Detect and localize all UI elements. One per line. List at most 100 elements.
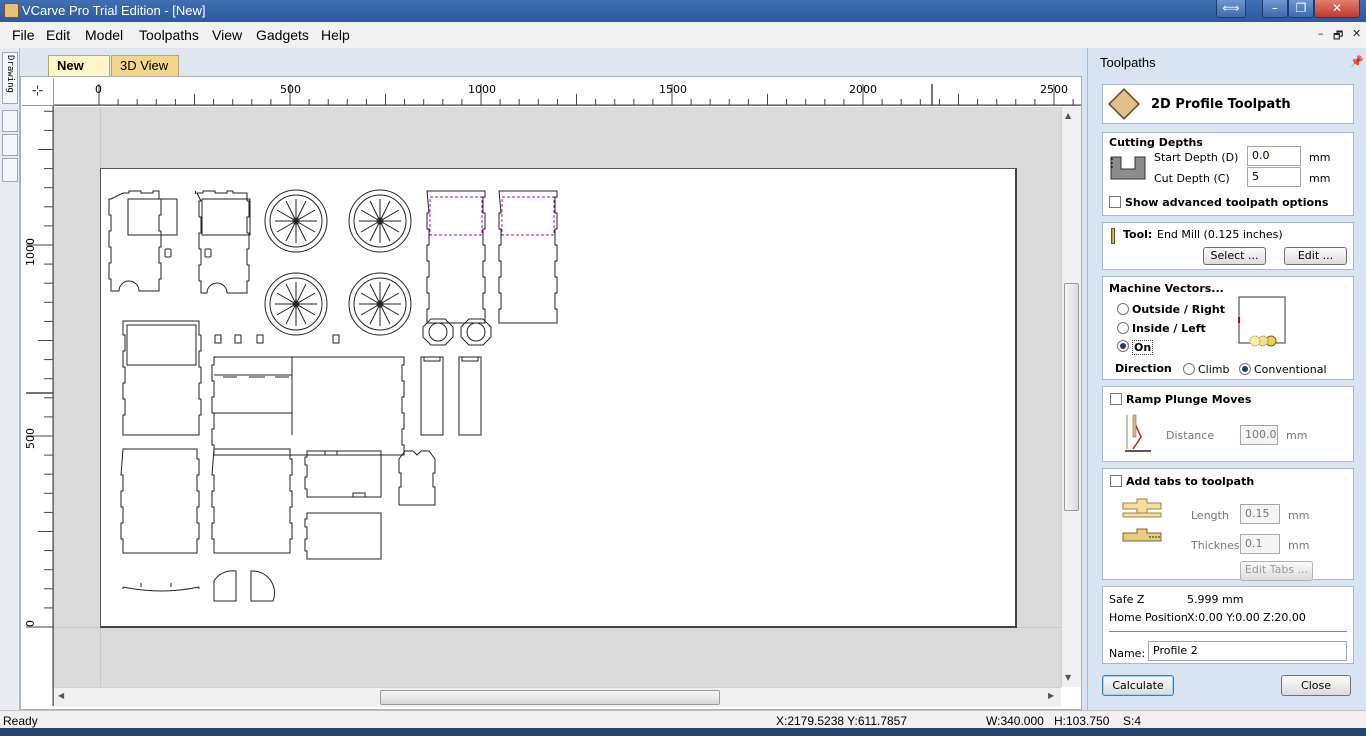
selection-height: H:103.750	[1054, 714, 1110, 728]
scroll-down-arrow[interactable]: ▼	[1065, 673, 1071, 682]
ruler-label-2000: 2000	[849, 83, 877, 96]
tab-3d-view[interactable]: 3D View	[111, 55, 179, 76]
horizontal-scroll-thumb[interactable]	[380, 690, 720, 705]
side-tab-2[interactable]	[2, 134, 18, 156]
vertical-scrollbar[interactable]: ▲ ▼	[1061, 107, 1081, 687]
ruler-label-2500: 2500	[1040, 83, 1068, 96]
ramp-label: Ramp Plunge Moves	[1126, 393, 1252, 406]
tab-new[interactable]: New	[48, 55, 110, 76]
part-side-board-2	[304, 512, 382, 560]
menu-gadgets[interactable]: Gadgets	[256, 27, 309, 43]
side-tab-3[interactable]	[2, 158, 18, 182]
inside-left-label: Inside / Left	[1132, 322, 1206, 335]
part-marker	[195, 191, 196, 194]
ramp-checkbox[interactable]	[1110, 393, 1122, 405]
tool-edit-button[interactable]: Edit ...	[1284, 247, 1347, 265]
part-wheel-4	[348, 272, 412, 336]
close-button[interactable]: ✕	[1314, 0, 1360, 18]
pin-icon[interactable]: 📌	[1350, 55, 1364, 68]
machine-vectors-box: Machine Vectors... Outside / Right Insid…	[1102, 276, 1354, 380]
climb-radio[interactable]	[1183, 363, 1195, 375]
on-radio[interactable]	[1117, 340, 1129, 352]
menu-model[interactable]: Model	[85, 27, 123, 43]
close-panel-button[interactable]: Close	[1281, 675, 1351, 696]
drawing-tab[interactable]: Drawing	[2, 52, 18, 104]
drawing-viewport: ⊹ 0 500 1000 1500 2000 2500 1000 500 0 ▲…	[20, 76, 1082, 710]
part-hole-1	[164, 248, 172, 258]
edit-tabs-button[interactable]: Edit Tabs ...	[1240, 561, 1313, 581]
ruler-label-500: 500	[280, 83, 301, 96]
conventional-radio[interactable]	[1239, 363, 1251, 375]
tab-length-unit: mm	[1288, 509, 1310, 522]
part-quarter-1	[213, 570, 237, 602]
scroll-up-arrow[interactable]: ▲	[1065, 111, 1071, 120]
menu-toolpaths[interactable]: Toolpaths	[139, 27, 199, 43]
doc-restore-button[interactable]: 🗗	[1333, 27, 1343, 46]
ramp-distance-unit: mm	[1286, 429, 1308, 442]
menu-file[interactable]: File	[12, 27, 35, 43]
part-small-tab-4	[332, 334, 340, 344]
panel-header: Toolpaths	[1100, 55, 1156, 70]
outside-right-radio[interactable]	[1117, 303, 1129, 315]
ruler-label-v1000: 1000	[24, 238, 37, 266]
ruler-label-1000: 1000	[468, 83, 496, 96]
part-side-panel-1	[108, 190, 162, 292]
tool-value: End Mill (0.125 inches)	[1157, 228, 1283, 241]
minimize-button[interactable]: –	[1262, 0, 1288, 18]
cut-depth-input[interactable]: 5	[1247, 167, 1301, 187]
calculate-button[interactable]: Calculate	[1102, 675, 1174, 696]
tab-thickness-label: Thickness	[1191, 539, 1246, 552]
part-hole-2	[204, 248, 212, 258]
part-window-cutout-3	[126, 324, 197, 366]
material-sheet[interactable]	[100, 168, 1017, 628]
tool-select-button[interactable]: Select ...	[1203, 247, 1266, 265]
drawing-area[interactable]	[54, 107, 1061, 687]
menu-help[interactable]: Help	[321, 27, 350, 43]
home-position-value: X:0.00 Y:0.00 Z:20.00	[1187, 611, 1306, 624]
part-quarter-2	[250, 570, 276, 602]
cut-depth-unit: mm	[1309, 172, 1331, 185]
part-front-panel-1	[426, 190, 486, 324]
tab-thickness-input[interactable]: 0.1	[1240, 534, 1280, 554]
tabs-box: Add tabs to toolpath Length 0.15 mm Thic…	[1102, 468, 1354, 581]
toolpath-name-input[interactable]: Profile 2	[1148, 641, 1347, 661]
parts-drawing[interactable]	[101, 169, 1018, 629]
start-depth-input[interactable]: 0.0	[1247, 146, 1301, 166]
part-small-tab-2	[234, 334, 242, 344]
document-tabs: New 3D View	[20, 48, 1082, 76]
part-wheel-2	[348, 189, 412, 253]
doc-minimize-button[interactable]: –	[1318, 27, 1324, 40]
doc-close-button[interactable]: ✕	[1352, 27, 1361, 40]
part-small-tab-1	[214, 334, 222, 344]
part-octagon-1-hole	[428, 322, 448, 342]
add-tabs-checkbox[interactable]	[1110, 475, 1122, 487]
tabs-diagram-icon	[1122, 498, 1162, 542]
cut-depth-label: Cut Depth (C)	[1154, 172, 1230, 185]
vertical-scroll-thumb[interactable]	[1064, 283, 1079, 511]
restore-button[interactable]: ❐	[1288, 0, 1314, 18]
part-strip-1	[420, 356, 444, 436]
tool-box: Tool: End Mill (0.125 inches) Select ...…	[1102, 222, 1354, 270]
part-window-cutout-2	[201, 198, 251, 236]
advanced-options-checkbox[interactable]	[1109, 196, 1121, 208]
toolpath-name-label: Name:	[1109, 647, 1146, 660]
menu-view[interactable]: View	[212, 27, 242, 43]
ruler-label-0: 0	[95, 83, 102, 96]
ramp-distance-input[interactable]: 100.0	[1240, 425, 1278, 445]
side-tab-1[interactable]	[2, 110, 18, 132]
inside-left-radio[interactable]	[1117, 322, 1129, 334]
vertical-ruler: 1000 500 0	[22, 106, 54, 706]
drawing-tab-label: Drawing	[5, 55, 15, 93]
info-divider	[1109, 631, 1347, 632]
os-taskbar	[0, 728, 1366, 736]
menu-edit[interactable]: Edit	[46, 27, 70, 43]
part-strip-2	[458, 356, 482, 436]
tab-length-input[interactable]: 0.15	[1240, 504, 1280, 524]
vertical-ruler-ticks	[26, 106, 54, 706]
part-arc-strip	[122, 583, 200, 592]
scroll-left-arrow[interactable]: ◀	[58, 691, 64, 700]
scroll-right-arrow[interactable]: ▶	[1048, 691, 1054, 700]
ruler-corner[interactable]: ⊹	[22, 78, 54, 106]
swap-screen-button[interactable]: ⟺	[1216, 0, 1246, 18]
horizontal-scrollbar[interactable]: ◀ ▶	[54, 687, 1061, 707]
